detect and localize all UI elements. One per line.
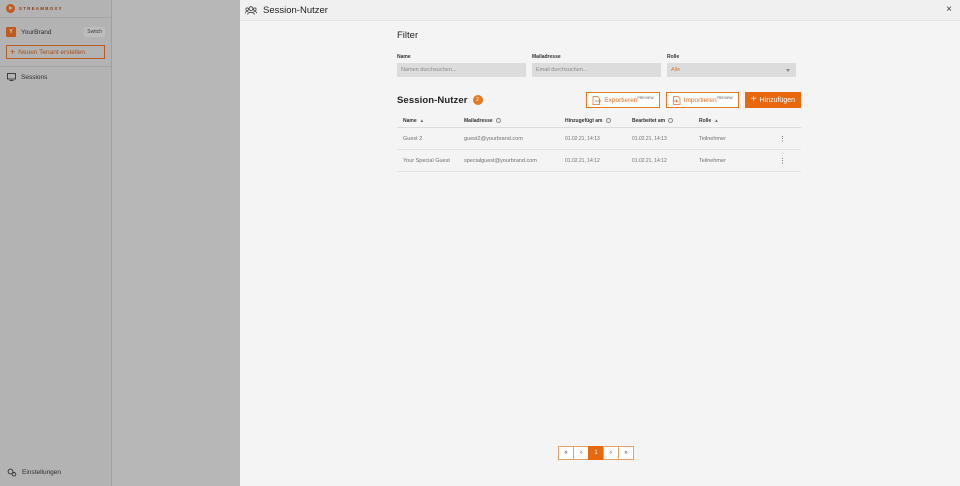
cell-added: 01.02.21, 14:13	[565, 135, 600, 142]
prev-page-button[interactable]: ‹	[573, 446, 589, 460]
info-icon	[495, 117, 501, 123]
info-icon	[668, 117, 674, 123]
role-filter-select[interactable]: Alle	[667, 63, 796, 77]
logo: STREAMBOXY	[0, 0, 111, 18]
last-page-button[interactable]: »	[618, 446, 634, 460]
panel-title: Session-Nutzer	[263, 4, 328, 16]
close-icon[interactable]: ×	[946, 4, 952, 15]
import-preview-tag: PREVIEW	[716, 95, 733, 100]
import-button[interactable]: ImportierenPREVIEW	[665, 92, 739, 108]
cell-edited: 01.02.21, 14:13	[632, 135, 667, 142]
cell-role: Teilnehmer	[699, 157, 726, 164]
users-table: Name ▲ Mailadresse Hinzugefügt am Bearbei…	[397, 118, 801, 172]
tenant-name: YourBrand	[21, 28, 52, 36]
column-header-edited[interactable]: Bearbeitet am	[632, 118, 699, 124]
sidebar-item-label: Sessions	[21, 73, 48, 81]
sidebar-item-label: Einstellungen	[22, 468, 62, 476]
export-preview-tag: PREVIEW	[637, 95, 654, 100]
cell-added: 01.02.21, 14:12	[565, 157, 600, 164]
column-header-role[interactable]: Rolle ▲	[699, 118, 769, 124]
add-user-button[interactable]: + Hinzufügen	[744, 92, 801, 108]
users-icon	[245, 5, 257, 15]
cell-mail: specialguest@yourbrand.com	[464, 157, 537, 164]
mail-filter-label: Mailadresse	[532, 54, 561, 60]
column-header-name[interactable]: Name ▲	[397, 118, 464, 124]
cell-name: Your Special Guest	[403, 157, 450, 164]
count-badge: 2	[472, 95, 483, 105]
sessions-icon	[7, 73, 16, 81]
panel-content: Filter Name Mailadresse Rolle Alle Sessi…	[397, 21, 801, 172]
column-header-added[interactable]: Hinzugefügt am	[565, 118, 632, 124]
logo-text: STREAMBOXY	[19, 6, 63, 11]
download-icon	[672, 95, 681, 105]
logo-icon	[6, 4, 15, 13]
section-header: Session-Nutzer 2 ExportierenPREVIEW Impo…	[397, 92, 801, 108]
page-1-button[interactable]: 1	[588, 446, 604, 460]
mail-filter-input[interactable]	[532, 63, 661, 77]
import-label: Importieren	[683, 97, 717, 105]
export-button[interactable]: ExportierenPREVIEW	[586, 92, 660, 108]
name-filter-input[interactable]	[397, 63, 526, 77]
session-users-panel: Session-Nutzer × Filter Name Mailadresse…	[240, 0, 960, 486]
export-label: Exportieren	[604, 97, 638, 105]
sort-asc-icon: ▲	[714, 117, 719, 123]
sidebar: STREAMBOXY Y YourBrand Switch + Neuen Te…	[0, 0, 112, 486]
filter-heading: Filter	[397, 30, 419, 41]
add-label: Hinzufügen	[759, 96, 795, 104]
more-vertical-icon[interactable]: ⋮	[769, 135, 801, 143]
plus-icon: +	[10, 46, 16, 57]
chevron-down-icon	[786, 68, 790, 72]
cell-mail: guest2@yourbrand.com	[464, 135, 523, 142]
name-filter-label: Name	[397, 54, 411, 60]
cell-role: Teilnehmer	[699, 135, 726, 142]
table-header: Name ▲ Mailadresse Hinzugefügt am Bearbei…	[397, 118, 801, 128]
upload-icon	[592, 95, 602, 105]
settings-icon	[7, 468, 17, 477]
next-page-button[interactable]: ›	[603, 446, 619, 460]
new-tenant-button[interactable]: + Neuen Tenant erstellen	[6, 45, 105, 59]
info-icon	[605, 117, 611, 123]
cell-name: Guest 2	[403, 135, 423, 142]
cell-edited: 01.02.21, 14:12	[632, 157, 667, 164]
sidebar-item-settings[interactable]: Einstellungen	[0, 462, 112, 482]
pagination: « ‹ 1 › »	[558, 446, 634, 460]
more-vertical-icon[interactable]: ⋮	[769, 157, 801, 165]
sort-asc-icon: ▲	[419, 117, 425, 123]
first-page-button[interactable]: «	[558, 446, 574, 460]
table-row[interactable]: Guest 2 guest2@yourbrand.com 01.02.21, 1…	[397, 128, 801, 150]
tenant-selector: Y YourBrand Switch	[0, 18, 111, 40]
section-title: Session-Nutzer	[397, 94, 468, 106]
sidebar-item-sessions[interactable]: Sessions	[0, 67, 111, 87]
new-tenant-label: Neuen Tenant erstellen	[18, 48, 85, 56]
switch-tenant-button[interactable]: Switch	[84, 27, 105, 37]
table-row[interactable]: Your Special Guest specialguest@yourbran…	[397, 150, 801, 172]
plus-icon: +	[750, 94, 757, 105]
tenant-avatar: Y	[6, 27, 16, 37]
role-filter-value: Alle	[671, 67, 681, 73]
role-filter-label: Rolle	[667, 54, 680, 60]
filter-bar: Name Mailadresse Rolle Alle	[397, 54, 801, 77]
column-header-mail[interactable]: Mailadresse	[464, 118, 565, 124]
panel-header: Session-Nutzer	[240, 0, 960, 21]
